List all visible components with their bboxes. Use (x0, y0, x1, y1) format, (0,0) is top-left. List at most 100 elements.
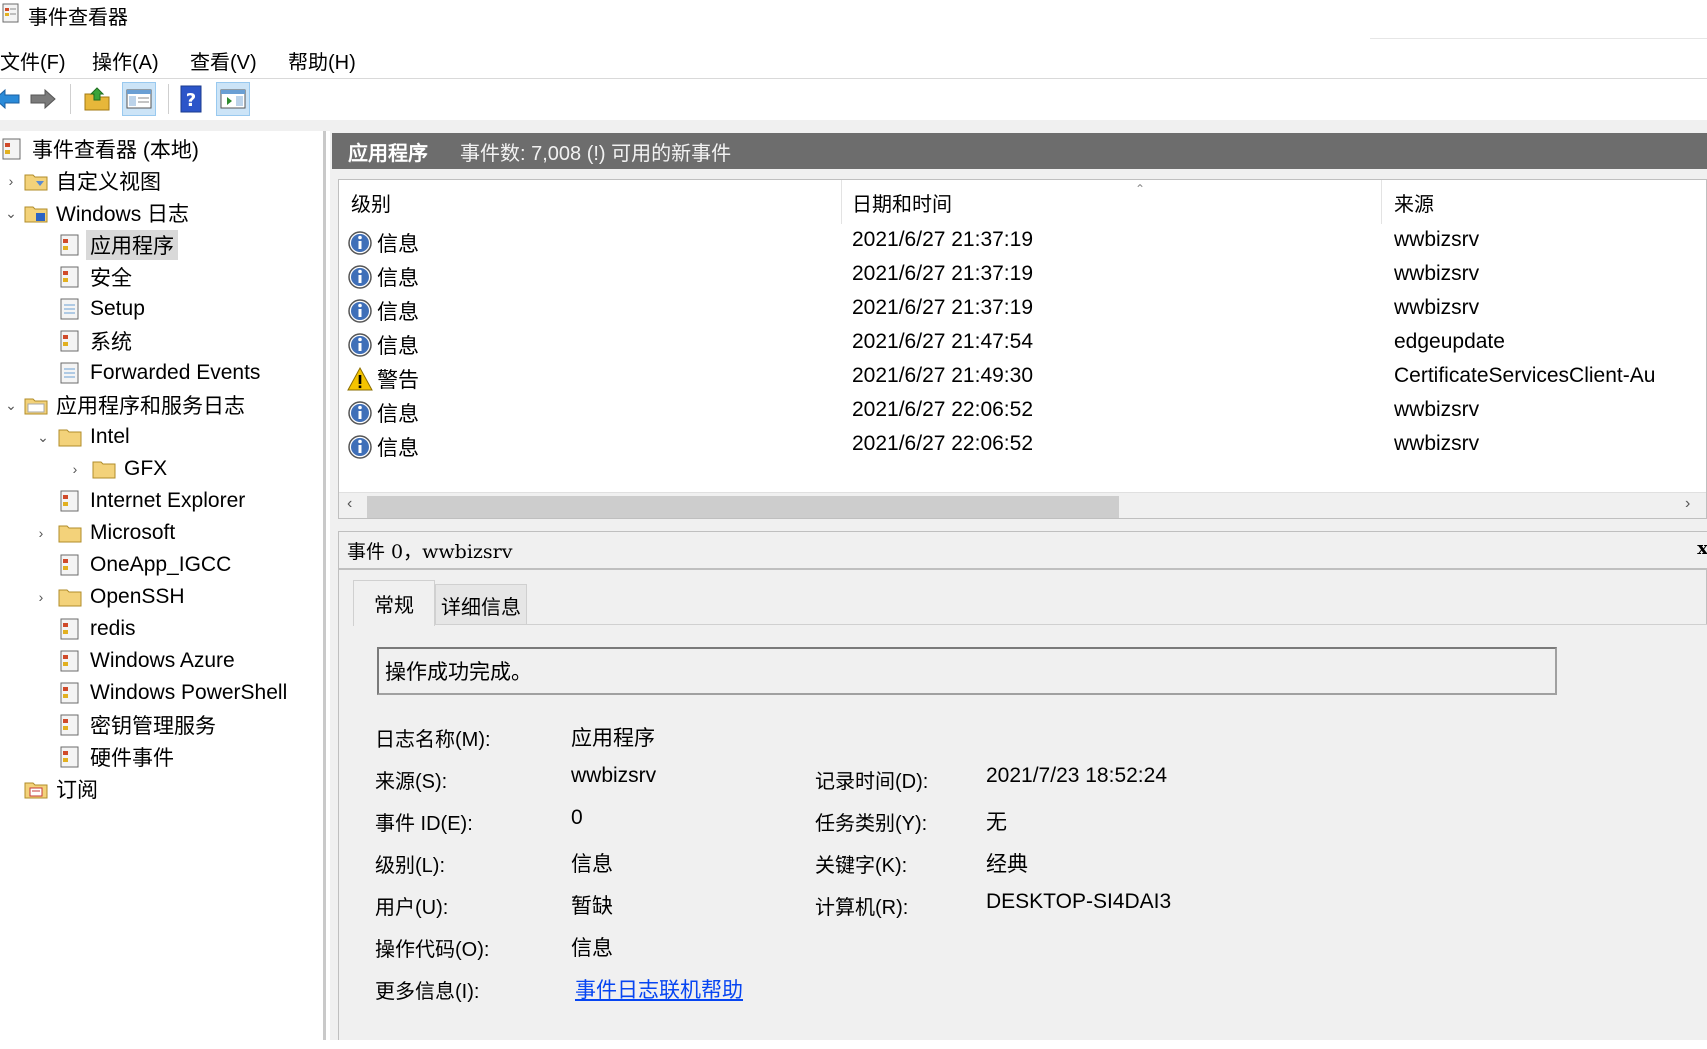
value-logged: 2021/7/23 18:52:24 (986, 764, 1168, 787)
menu-action[interactable]: 操作(A) (92, 46, 159, 75)
help-button[interactable]: ? (174, 82, 208, 116)
bottom-edge (0, 1040, 1707, 1049)
cell-source: CertificateServicesClient-Au (1394, 364, 1656, 387)
value-keywords: 经典 (986, 853, 1028, 876)
tab-details[interactable]: 详细信息 (435, 584, 527, 626)
tree-label: 自定义视图 (56, 171, 161, 194)
table-row[interactable]: 信息 2021/6/27 21:37:19 wwbizsrv (339, 292, 1706, 328)
subscriptions-icon (24, 782, 48, 799)
forward-button[interactable] (26, 82, 60, 116)
tree-item-windows-azure[interactable]: Windows Azure (58, 646, 235, 676)
menu-help[interactable]: 帮助(H) (288, 46, 356, 75)
tree-item-windows-powershell[interactable]: Windows PowerShell (58, 678, 287, 708)
menu-file[interactable]: 文件(F) (0, 46, 66, 75)
table-row[interactable]: 警告 2021/6/27 21:49:30 CertificateServicesC… (339, 360, 1706, 396)
event-log-plain-icon (60, 362, 79, 384)
table-row[interactable]: 信息 2021/6/27 22:06:52 wwbizsrv (339, 394, 1706, 430)
value-level: 信息 (571, 853, 613, 876)
tree-item-custom-views[interactable]: › 自定义视图 (9, 166, 161, 196)
scroll-right-icon[interactable]: › (1685, 495, 1690, 513)
column-header-label: 来源 (1394, 193, 1434, 216)
event-log-icon (60, 714, 79, 736)
scrollbar-thumb[interactable] (367, 496, 1119, 518)
event-log-icon (60, 490, 79, 512)
show-hide-action-pane-button[interactable] (216, 82, 250, 116)
toolbar: ? (0, 80, 1707, 118)
tab-general[interactable]: 常规 (353, 580, 435, 626)
chevron-right-icon[interactable]: › (68, 461, 82, 477)
tree-item-system[interactable]: 系统 (58, 326, 132, 356)
label-computer: 计算机(R): (815, 897, 909, 919)
event-log-icon (60, 650, 79, 672)
chevron-right-icon[interactable]: › (4, 173, 18, 189)
show-hide-console-tree-button[interactable] (122, 82, 156, 116)
label-logged: 记录时间(D): (815, 771, 929, 793)
label-level: 级别(L): (375, 855, 445, 877)
table-row[interactable]: 信息 2021/6/27 21:37:19 wwbizsrv (339, 224, 1706, 260)
back-button[interactable] (0, 82, 24, 116)
pane-splitter[interactable] (330, 523, 1707, 531)
cell-level: 信息 (347, 228, 419, 258)
tree-label: 密钥管理服务 (90, 715, 216, 738)
up-folder-icon (84, 87, 110, 111)
chevron-down-icon[interactable]: ⌄ (4, 205, 18, 222)
toolbar-separator (168, 84, 169, 114)
chevron-right-icon[interactable]: › (34, 589, 48, 605)
cell-level: 信息 (347, 432, 419, 462)
chevron-right-icon[interactable]: › (34, 525, 48, 541)
cell-level: 信息 (347, 262, 419, 292)
tree-label: redis (90, 617, 136, 640)
tree-label: Microsoft (90, 521, 176, 544)
tree-item-app-service-logs[interactable]: ⌄ 应用程序和服务日志 (5, 390, 245, 420)
menu-view[interactable]: 查看(V) (190, 46, 257, 75)
level-text: 信息 (377, 267, 419, 290)
cell-source: edgeupdate (1394, 330, 1505, 353)
menu-divider (0, 78, 1707, 79)
chevron-down-icon[interactable]: ⌄ (36, 429, 50, 446)
tree-item-application[interactable]: 应用程序 (58, 230, 178, 260)
tree-item-intel[interactable]: ⌄ Intel (37, 422, 130, 452)
tree-item-subscriptions[interactable]: 订阅 (24, 774, 98, 804)
tree-item-internet-explorer[interactable]: Internet Explorer (58, 486, 245, 516)
tree-item-oneapp-igcc[interactable]: OneApp_IGCC (58, 550, 231, 580)
tree-item-key-management-service[interactable]: 密钥管理服务 (58, 710, 216, 740)
tree-item-security[interactable]: 安全 (58, 262, 132, 292)
tree-label: 事件查看器 (本地) (32, 139, 199, 162)
back-arrow-icon (0, 88, 20, 110)
chevron-down-icon[interactable]: ⌄ (4, 397, 18, 414)
online-help-link[interactable]: 事件日志联机帮助 (575, 974, 743, 1004)
tree-item-windows-logs[interactable]: ⌄ Windows 日志 (5, 198, 189, 228)
event-message-box[interactable]: 操作成功完成。 (377, 647, 1557, 695)
title-bar: 事件查看器 (0, 0, 1707, 39)
cell-level: 信息 (347, 330, 419, 360)
tree-item-root[interactable]: 事件查看器 (本地) (0, 134, 199, 164)
tree-item-gfx[interactable]: › GFX (73, 454, 168, 484)
table-row[interactable]: 信息 2021/6/27 21:47:54 edgeupdate (339, 326, 1706, 362)
event-log-icon (60, 234, 79, 256)
up-button[interactable] (80, 82, 114, 116)
table-row[interactable]: 信息 2021/6/27 21:37:19 wwbizsrv (339, 258, 1706, 294)
cell-datetime: 2021/6/27 21:37:19 (852, 262, 1034, 285)
tree-item-forwarded-events[interactable]: Forwarded Events (58, 358, 260, 388)
log-title: 应用程序 (348, 142, 428, 165)
value-task-category: 无 (986, 811, 1007, 834)
column-header-datetime[interactable]: 日期和时间 (842, 180, 1382, 224)
tree-item-openssh[interactable]: › OpenSSH (39, 582, 185, 612)
table-row[interactable]: 信息 2021/6/27 22:06:52 wwbizsrv (339, 428, 1706, 464)
scroll-left-icon[interactable]: ‹ (347, 495, 352, 513)
folder-icon (92, 461, 116, 479)
information-icon (348, 299, 372, 323)
tree-item-setup[interactable]: Setup (58, 294, 145, 324)
column-header-level[interactable]: 级别 (339, 180, 842, 224)
column-header-label: 级别 (351, 193, 391, 216)
close-icon[interactable]: x (1697, 538, 1707, 559)
tree-label: 安全 (90, 267, 132, 290)
column-header-source[interactable]: 来源 (1382, 180, 1706, 224)
tree-item-redis[interactable]: redis (58, 614, 136, 644)
tree-item-microsoft[interactable]: › Microsoft (39, 518, 176, 548)
information-icon (348, 265, 372, 289)
event-detail-title-bar: 事件 0，wwbizsrv x (339, 532, 1707, 570)
horizontal-scrollbar[interactable]: ‹ › (339, 492, 1706, 518)
event-log-plain-icon (60, 298, 79, 320)
tree-item-hardware-events[interactable]: 硬件事件 (58, 742, 174, 772)
